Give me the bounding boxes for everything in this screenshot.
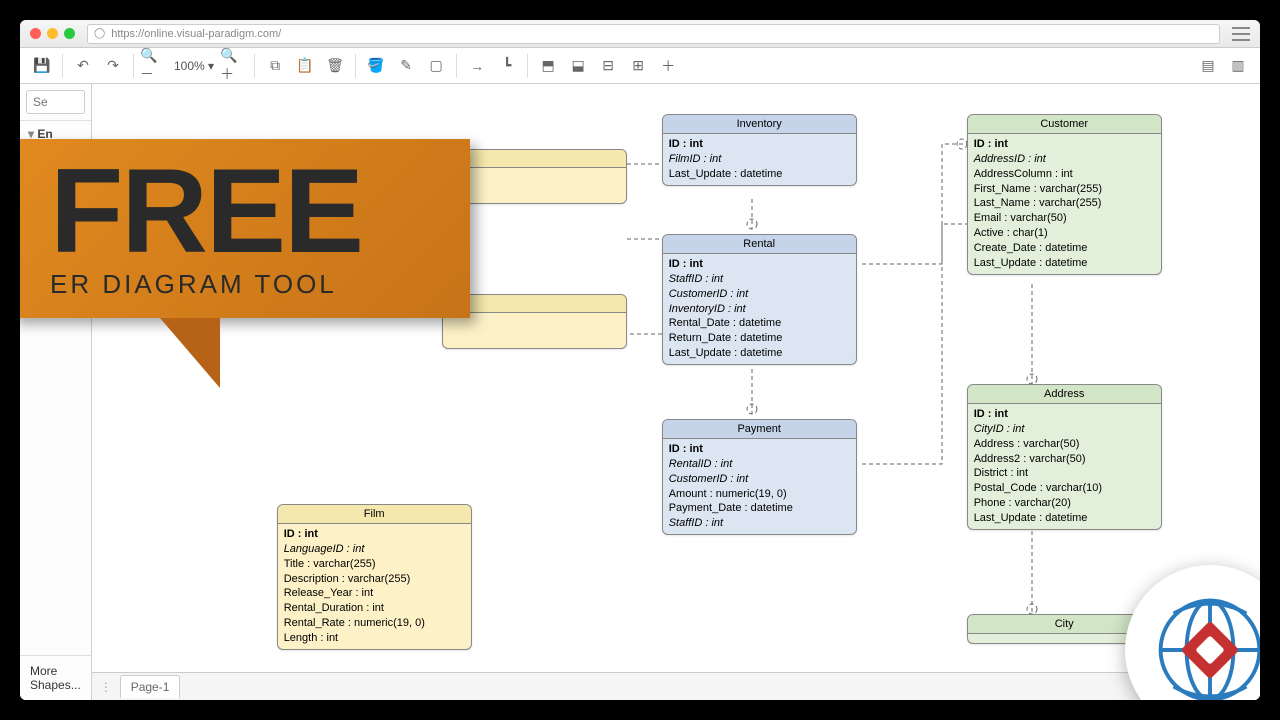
entity-customer[interactable]: Customer ID : intAddressID : intAddressC… — [967, 114, 1162, 275]
add-icon[interactable]: ＋ — [654, 52, 682, 80]
menu-icon[interactable] — [1232, 27, 1250, 41]
entity-title: Inventory — [663, 115, 856, 134]
more-shapes-button[interactable]: More Shapes... — [20, 655, 91, 700]
banner-title: FREE — [50, 157, 440, 265]
entity-title: Payment — [663, 420, 856, 439]
align-icon[interactable]: ⊟ — [594, 52, 622, 80]
close-window-icon[interactable] — [30, 28, 41, 39]
zoom-in-icon[interactable]: 🔍＋ — [220, 52, 248, 80]
entity-address[interactable]: Address ID : intCityID : intAddress : va… — [967, 384, 1162, 530]
fill-icon[interactable]: 🪣 — [362, 52, 390, 80]
entity-body: ID : intFilmID : intLast_Update : dateti… — [663, 134, 856, 185]
entity-inventory[interactable]: Inventory ID : intFilmID : intLast_Updat… — [662, 114, 857, 186]
banner-subtitle: ER DIAGRAM TOOL — [50, 269, 440, 300]
to-front-icon[interactable]: ⬒ — [534, 52, 562, 80]
entity-payment[interactable]: Payment ID : intRentalID : intCustomerID… — [662, 419, 857, 535]
undo-icon[interactable]: ↶ — [69, 52, 97, 80]
entity-body: ID : intAddressID : intAddressColumn : i… — [968, 134, 1161, 274]
minimize-window-icon[interactable] — [47, 28, 58, 39]
page-tabs: ⋮ Page-1 — [92, 672, 1260, 700]
copy-icon[interactable]: ⧉ — [261, 52, 289, 80]
distribute-icon[interactable]: ⊞ — [624, 52, 652, 80]
entity-title: Rental — [663, 235, 856, 254]
entity-title: Customer — [968, 115, 1161, 134]
entity-body: ID : intRentalID : intCustomerID : intAm… — [663, 439, 856, 534]
stroke-icon[interactable]: ✎ — [392, 52, 420, 80]
redo-icon[interactable]: ↷ — [99, 52, 127, 80]
zoom-out-icon[interactable]: 🔍－ — [140, 52, 168, 80]
toolbar: 💾 ↶ ↷ 🔍－ 100% ▾ 🔍＋ ⧉ 📋 🗑 🪣 ✎ ▢ → ┗ ⬒ ⬓ ⊟… — [20, 48, 1260, 84]
promo-banner: FREE ER DIAGRAM TOOL — [20, 139, 470, 388]
entity-title: Address — [968, 385, 1161, 404]
zoom-level[interactable]: 100% ▾ — [170, 59, 218, 73]
entity-body: ID : intLanguageID : intTitle : varchar(… — [278, 524, 471, 649]
format-panel-toggle-icon[interactable]: ▥ — [1224, 52, 1252, 80]
delete-icon[interactable]: 🗑 — [321, 52, 349, 80]
maximize-window-icon[interactable] — [64, 28, 75, 39]
entity-body: ID : intStaffID : intCustomerID : intInv… — [663, 254, 856, 364]
page-tab-1[interactable]: Page-1 — [120, 675, 181, 698]
save-icon[interactable]: 💾 — [28, 52, 56, 80]
connector-style-icon[interactable]: → — [463, 52, 491, 80]
title-bar: https://online.visual-paradigm.com/ — [20, 20, 1260, 48]
url-bar[interactable]: https://online.visual-paradigm.com/ — [87, 24, 1220, 44]
window-controls — [30, 28, 75, 39]
outline-toggle-icon[interactable]: ▤ — [1194, 52, 1222, 80]
entity-film[interactable]: Film ID : intLanguageID : intTitle : var… — [277, 504, 472, 650]
shape-search-input[interactable] — [26, 90, 85, 114]
entity-title: Film — [278, 505, 471, 524]
to-back-icon[interactable]: ⬓ — [564, 52, 592, 80]
waypoints-icon[interactable]: ┗ — [493, 52, 521, 80]
paste-icon[interactable]: 📋 — [291, 52, 319, 80]
brand-logo — [1125, 565, 1260, 700]
entity-body: ID : intCityID : intAddress : varchar(50… — [968, 404, 1161, 529]
entity-rental[interactable]: Rental ID : intStaffID : intCustomerID :… — [662, 234, 857, 365]
shadow-icon[interactable]: ▢ — [422, 52, 450, 80]
app-window: https://online.visual-paradigm.com/ 💾 ↶ … — [20, 20, 1260, 700]
